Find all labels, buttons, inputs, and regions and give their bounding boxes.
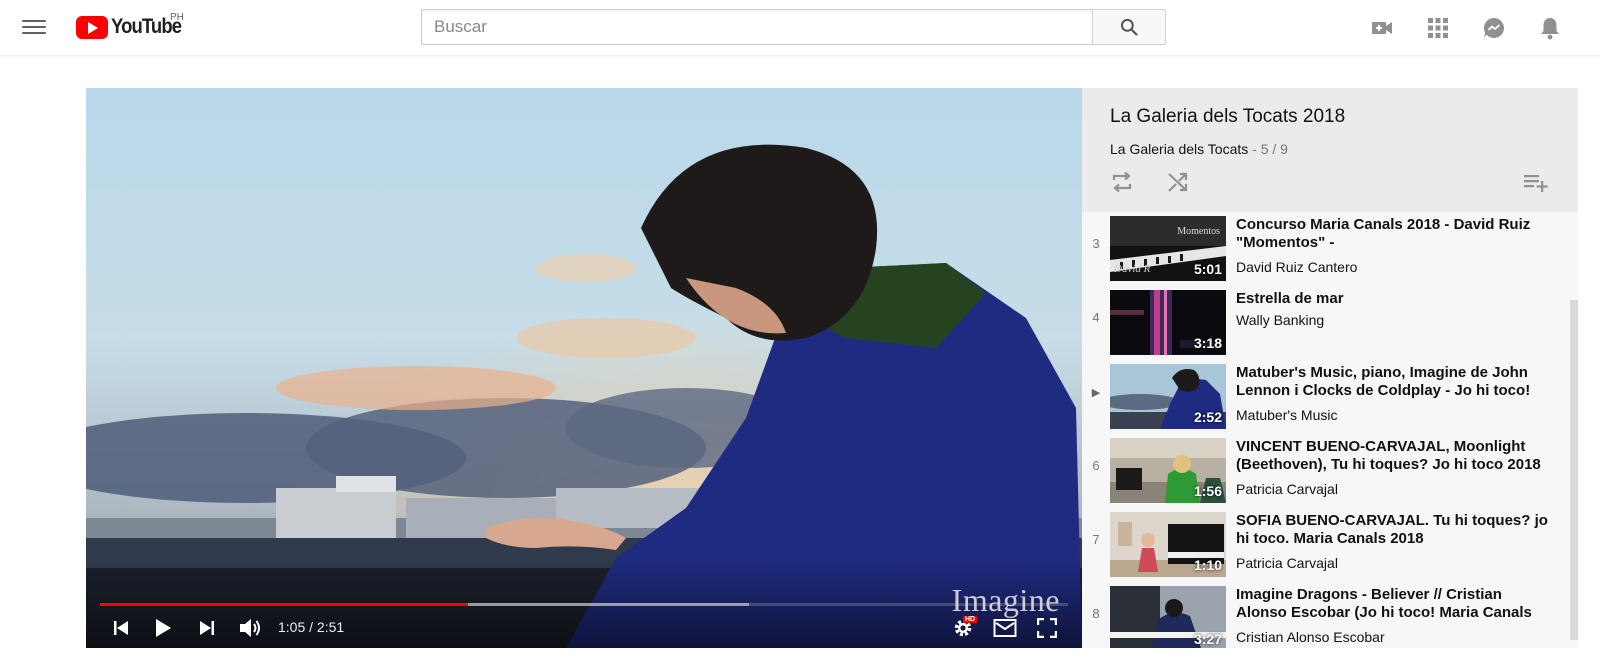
play-icon: [156, 619, 171, 637]
search-icon: [1120, 18, 1138, 36]
video-duration: 1:10: [1193, 557, 1222, 573]
menu-icon[interactable]: [22, 16, 46, 40]
search-button[interactable]: [1092, 9, 1166, 45]
video-duration: 2:52: [1193, 409, 1222, 425]
previous-button[interactable]: [106, 613, 136, 643]
video-thumbnail[interactable]: 3:18: [1110, 290, 1226, 355]
video-title[interactable]: Imagine Dragons - Believer // Cristian A…: [1236, 586, 1556, 622]
save-playlist-button[interactable]: [1522, 168, 1550, 196]
playlist-title[interactable]: La Galeria dels Tocats 2018: [1110, 106, 1345, 128]
playlist-items: 3 Momentos David R 5:01 Concurso Maria C…: [1082, 212, 1578, 648]
thumbnail-caption: Momentos: [1177, 226, 1220, 237]
miniplayer-button[interactable]: [990, 613, 1020, 643]
apps-grid-icon[interactable]: [1424, 14, 1452, 42]
youtube-logo[interactable]: YouTube PH: [76, 12, 191, 40]
playlist-item[interactable]: 7 1:10 SOFIA BUENO-CARVAJAL. Tu hi toque…: [1082, 508, 1570, 582]
channel-name: Wally Banking: [1236, 312, 1325, 328]
notifications-bell-icon[interactable]: [1536, 14, 1564, 42]
playlist-item[interactable]: 3 Momentos David R 5:01 Concurso Maria C…: [1082, 212, 1570, 286]
video-thumbnail[interactable]: 2:52: [1110, 364, 1226, 429]
youtube-play-logo-icon: [76, 15, 108, 39]
playlist-item-index: 4: [1092, 310, 1100, 325]
miniplayer-icon: [993, 619, 1017, 637]
channel-name: Patricia Carvajal: [1236, 481, 1338, 497]
playlist-item-index: 6: [1092, 458, 1100, 473]
playlist-add-icon: [1524, 175, 1548, 192]
video-thumbnail[interactable]: 1:56: [1110, 438, 1226, 503]
channel-name: David Ruiz Cantero: [1236, 259, 1358, 275]
playlist-item-index: 7: [1092, 532, 1100, 547]
channel-name: Patricia Carvajal: [1236, 555, 1338, 571]
fullscreen-button[interactable]: [1032, 613, 1062, 643]
hd-badge: HD: [963, 616, 978, 623]
playlist-subtitle: La Galeria dels Tocats - 5 / 9: [1110, 141, 1288, 157]
messages-icon[interactable]: [1480, 14, 1508, 42]
video-duration: 3:27: [1193, 631, 1222, 647]
next-icon: [200, 621, 214, 635]
playlist-item[interactable]: 6 1:56 VINCENT BUENO-CARVAJAL, Moonlight…: [1082, 434, 1570, 508]
volume-icon: [240, 619, 260, 637]
progress-bar[interactable]: [100, 603, 1068, 606]
search-input[interactable]: [422, 10, 1092, 44]
playlist-owner[interactable]: La Galeria dels Tocats: [1110, 141, 1248, 157]
playlist-scrollbar[interactable]: [1570, 300, 1578, 640]
create-video-icon[interactable]: [1368, 14, 1396, 42]
playlist-header: La Galeria dels Tocats 2018 La Galeria d…: [1082, 88, 1578, 212]
country-code: PH: [170, 12, 184, 23]
channel-name: Cristian Alonso Escobar: [1236, 629, 1385, 645]
video-player[interactable]: Imagine 1:05 / 2:51 HD: [86, 88, 1082, 648]
video-thumbnail[interactable]: 1:10: [1110, 512, 1226, 577]
play-button[interactable]: [148, 613, 178, 643]
video-title[interactable]: VINCENT BUENO-CARVAJAL, Moonlight (Beeth…: [1236, 438, 1556, 474]
playlist-item[interactable]: 4 3:18 Estrella de mar Wally Banking: [1082, 286, 1570, 360]
video-title[interactable]: Estrella de mar: [1236, 290, 1556, 308]
shuffle-playlist-button[interactable]: [1164, 168, 1192, 196]
time-display: 1:05 / 2:51: [278, 619, 345, 635]
video-duration: 1:56: [1193, 483, 1222, 499]
video-title[interactable]: SOFIA BUENO-CARVAJAL. Tu hi toques? jo h…: [1236, 512, 1556, 548]
playlist-item[interactable]: 8 3:27 Imagine Dragons - Believer // Cri…: [1082, 582, 1570, 648]
playlist-position: - 5 / 9: [1252, 141, 1288, 157]
loop-icon: [1112, 171, 1132, 193]
video-title[interactable]: Matuber's Music, piano, Imagine de John …: [1236, 364, 1556, 400]
thumbnail-signature: David R: [1114, 263, 1151, 275]
playlist-item-current[interactable]: ▶ 2:52 Matuber's Music, piano, Imagine d…: [1082, 360, 1570, 434]
channel-name: Matuber's Music: [1236, 407, 1338, 423]
settings-button[interactable]: HD: [948, 613, 978, 643]
playlist-item-index: 8: [1092, 606, 1100, 621]
playlist-panel: La Galeria dels Tocats 2018 La Galeria d…: [1082, 88, 1578, 648]
video-title[interactable]: Concurso Maria Canals 2018 - David Ruiz …: [1236, 216, 1556, 252]
playlist-item-index: 3: [1092, 236, 1100, 251]
video-thumbnail[interactable]: Momentos David R 5:01: [1110, 216, 1226, 281]
fullscreen-icon: [1037, 618, 1057, 638]
volume-button[interactable]: [234, 613, 266, 643]
search-box: [421, 9, 1092, 45]
loop-playlist-button[interactable]: [1108, 168, 1136, 196]
previous-icon: [114, 621, 128, 635]
masthead: YouTube PH: [0, 0, 1600, 56]
video-thumbnail[interactable]: 3:27: [1110, 586, 1226, 648]
video-duration: 3:18: [1193, 335, 1222, 351]
now-playing-icon: ▶: [1091, 387, 1101, 399]
video-duration: 5:01: [1193, 261, 1222, 277]
shuffle-icon: [1168, 172, 1188, 192]
progress-played: [100, 603, 468, 606]
next-button[interactable]: [192, 613, 222, 643]
